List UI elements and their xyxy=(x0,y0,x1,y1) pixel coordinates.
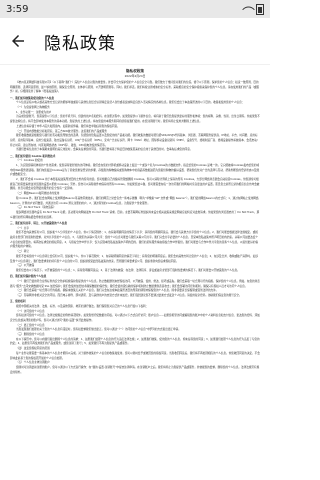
battery-icon xyxy=(256,3,264,15)
paragraph: 除 Cookie 外，我们还会在网站上使用网络Beacon等其他同类技术。我们的… xyxy=(10,196,259,205)
app-bar: 隐私政策 xyxy=(0,18,270,65)
paragraph: 您随时可注销此前注册的账户，您可以通过以下方式自行操作：在“我的-设置-注销账号… xyxy=(10,365,260,374)
paragraph: 很多网络浏览器均设有 Do Not Track 功能，该功能可向网站发布 Do … xyxy=(10,210,260,219)
back-arrow-icon xyxy=(12,35,24,47)
paragraph: （一）我们已使用符合业界标准的安全防护措施保护您提供的个人信息，防止数据遭到未经… xyxy=(10,279,260,288)
paragraph: 我们不会将您的个人信息转让给任何公司、组织和个人，但以下情况除外：1、在获取明确… xyxy=(10,254,258,263)
paragraph: 在以下情形中，您可以向我们提出删除个人信息的请求：1、如果我们处理个人信息的行为… xyxy=(10,337,260,346)
paragraph: 每个业务功能需要一些基本的个人信息才能得以完成。对于额外收集的个人信息的收集和使… xyxy=(10,351,260,360)
status-bar: 3:59 xyxy=(0,0,270,18)
document-body: 【杭州某某网络科技有限公司】（以下简称“我们”）深知个人信息对您的重要性，并会尽… xyxy=(10,81,260,375)
paragraph: 您有权访问您的个人信息，法律法规规定的例外情况除外。如果您想行使数据访问权，可以… xyxy=(10,314,260,322)
paragraph: 【杭州某某网络科技有限公司】（以下简称“我们”）深知个人信息对您的重要性，并会尽… xyxy=(10,81,259,94)
status-icons xyxy=(242,2,264,16)
back-button[interactable] xyxy=(0,18,36,64)
status-time: 3:59 xyxy=(6,3,29,15)
paragraph: 我们不会向其他任何公司、组织和个人分享您的个人信息，但以下情况除外：1、在获取明… xyxy=(10,231,259,249)
paragraph: 为完成创建账号，您需提供以下信息：您的手机号码、创建的用户名和密码。在注册过程中… xyxy=(10,115,260,124)
paragraph: 我们仅会在以下情况下，公开披露您的个人信息：1、获得您明确同意后；2、基于法律的… xyxy=(16,268,240,272)
paragraph: 我们收集数据是根据您与我们的互动和您所做出的选择，包括您的隐私设置以及您使用的产… xyxy=(10,134,258,147)
paragraph: 1、为实现您联机体验的个性化需求，使您获得更轻松的访问体验。我们会在您的计算机或… xyxy=(10,163,260,177)
document-date: 2022年2月24日 xyxy=(124,74,146,78)
wifi-icon xyxy=(242,2,255,16)
policy-content[interactable]: 隐私权政策 2022年2月24日 【杭州某某网络科技有限公司】（以下简称“我们”… xyxy=(10,66,260,472)
paragraph: 当我们要将信息用于本策略未载明的其它用途时，会事先征求您的同意。当我们要将基于特… xyxy=(16,148,193,152)
paragraph: 2、我们不会将 Cookies 用于本隐私权政策所述目的之外的任何用途。您可根据… xyxy=(10,178,260,191)
page-title: 隐私政策 xyxy=(44,33,116,54)
paragraph: （三）互联网并非绝对安全的环境，而且电子邮件、即时通讯、及与其他用户的交流方式并… xyxy=(16,293,242,297)
